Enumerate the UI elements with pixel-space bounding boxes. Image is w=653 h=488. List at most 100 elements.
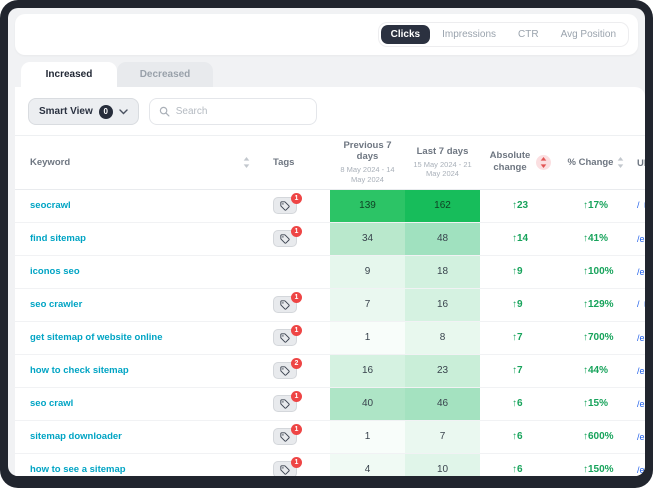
keyword-link[interactable]: find sitemap [30,233,86,244]
table-row: seo crawl 1 40 46 ↑6 ↑15% /en [15,387,645,420]
external-link-icon [644,200,645,211]
column-header-keyword[interactable]: Keyword [15,136,260,190]
tag-badge[interactable]: 1 [273,197,297,214]
absolute-change-cell: ↑6 [480,387,560,420]
metric-tab-clicks[interactable]: Clicks [381,25,430,44]
last-value-cell: 16 [405,288,480,321]
tag-icon [280,399,290,409]
tag-badge[interactable]: 2 [273,362,297,379]
tag-badge[interactable]: 1 [273,296,297,313]
tag-badge[interactable]: 1 [273,428,297,445]
keyword-link[interactable]: iconos seo [30,266,80,277]
keyword-link[interactable]: sitemap downloader [30,431,122,442]
metric-tab-avg-position[interactable]: Avg Position [551,25,626,44]
absolute-change-cell: ↑6 [480,420,560,453]
tag-count-badge: 1 [291,457,302,468]
percent-change-cell: ↑44% [560,354,632,387]
keyword-link[interactable]: seocrawl [30,200,71,211]
percent-change-cell: ↑100% [560,255,632,288]
table-row: find sitemap 1 34 48 ↑14 ↑41% /en [15,222,645,255]
tag-badge[interactable]: 1 [273,230,297,247]
active-sort-icon[interactable] [536,155,551,170]
table-row: how to check sitemap 2 16 23 ↑7 ↑44% /en [15,354,645,387]
previous-value-cell: 7 [330,288,405,321]
keyword-link[interactable]: seo crawl [30,398,73,409]
url-cell[interactable]: / [632,288,645,321]
smart-view-label: Smart View [39,106,93,117]
url-text: /en [637,267,645,277]
sort-icon[interactable] [617,157,624,168]
url-cell[interactable]: /en [632,387,645,420]
keyword-link[interactable]: how to see a sitemap [30,464,126,475]
tag-badge[interactable]: 1 [273,461,297,476]
url-cell[interactable]: /en [632,420,645,453]
percent-change-cell: ↑17% [560,189,632,222]
percent-change-cell: ↑129% [560,288,632,321]
absolute-change-cell: ↑9 [480,255,560,288]
last-value-cell: 7 [405,420,480,453]
last-value-cell: 162 [405,189,480,222]
previous-value-cell: 40 [330,387,405,420]
tag-badge[interactable]: 1 [273,329,297,346]
view-tab-group: Increased Decreased [21,62,645,87]
table-row: how to see a sitemap 1 4 10 ↑6 ↑150% /en [15,453,645,476]
url-text: /en [637,234,645,244]
absolute-change-cell: ↑7 [480,321,560,354]
top-bar: Clicks Impressions CTR Avg Position [15,14,638,55]
column-header-pct-change[interactable]: % Change [560,136,632,190]
url-cell[interactable]: /en [632,453,645,476]
column-header-url[interactable]: URL [632,136,645,190]
tag-icon [280,333,290,343]
column-header-previous[interactable]: Previous 7 days 8 May 2024 - 14 May 2024 [330,136,405,190]
metric-tab-ctr[interactable]: CTR [508,25,549,44]
previous-value-cell: 1 [330,420,405,453]
tag-icon [280,432,290,442]
external-link-icon [644,299,645,310]
app-screen: Clicks Impressions CTR Avg Position Incr… [8,8,645,476]
search-input[interactable] [176,106,307,117]
tag-count-badge: 1 [291,292,302,303]
absolute-change-cell: ↑6 [480,453,560,476]
url-cell[interactable]: /en [632,255,645,288]
results-panel: Smart View 0 [15,87,645,476]
keyword-link[interactable]: how to check sitemap [30,365,129,376]
last-value-cell: 8 [405,321,480,354]
last-value-cell: 10 [405,453,480,476]
url-text: / [637,200,640,210]
previous-value-cell: 16 [330,354,405,387]
table-header-row: Keyword Tags Previous 7 days 8 May 202 [15,136,645,190]
column-header-last[interactable]: Last 7 days 15 May 2024 - 21 May 2024 [405,136,480,190]
tag-count-badge: 1 [291,193,302,204]
column-header-tags[interactable]: Tags [260,136,330,190]
url-text: /en [637,366,645,376]
tag-icon [280,300,290,310]
metric-tab-impressions[interactable]: Impressions [432,25,506,44]
sort-icon[interactable] [243,157,250,168]
table-row: get sitemap of website online 1 1 8 ↑7 ↑… [15,321,645,354]
search-box [149,98,317,125]
keyword-link[interactable]: get sitemap of website online [30,332,163,343]
toolbar: Smart View 0 [15,87,645,135]
tab-increased[interactable]: Increased [21,62,117,87]
column-header-absolute-change[interactable]: Absolute change [480,136,560,190]
url-cell[interactable]: /en [632,354,645,387]
tag-badge[interactable]: 1 [273,395,297,412]
last-value-cell: 23 [405,354,480,387]
previous-value-cell: 139 [330,189,405,222]
tag-count-badge: 1 [291,325,302,336]
keyword-link[interactable]: seo crawler [30,299,82,310]
url-cell[interactable]: / [632,189,645,222]
url-text: / [637,299,640,309]
absolute-change-cell: ↑23 [480,189,560,222]
url-cell[interactable]: /en [632,222,645,255]
smart-view-count-badge: 0 [99,105,113,119]
previous-value-cell: 34 [330,222,405,255]
window-frame: Clicks Impressions CTR Avg Position Incr… [0,0,653,488]
table-row: iconos seo 9 18 ↑9 ↑100% /en [15,255,645,288]
last-value-cell: 46 [405,387,480,420]
keywords-table: Keyword Tags Previous 7 days 8 May 202 [15,135,645,476]
absolute-change-cell: ↑7 [480,354,560,387]
smart-view-dropdown[interactable]: Smart View 0 [28,98,139,125]
tab-decreased[interactable]: Decreased [117,62,213,87]
url-cell[interactable]: /en [632,321,645,354]
